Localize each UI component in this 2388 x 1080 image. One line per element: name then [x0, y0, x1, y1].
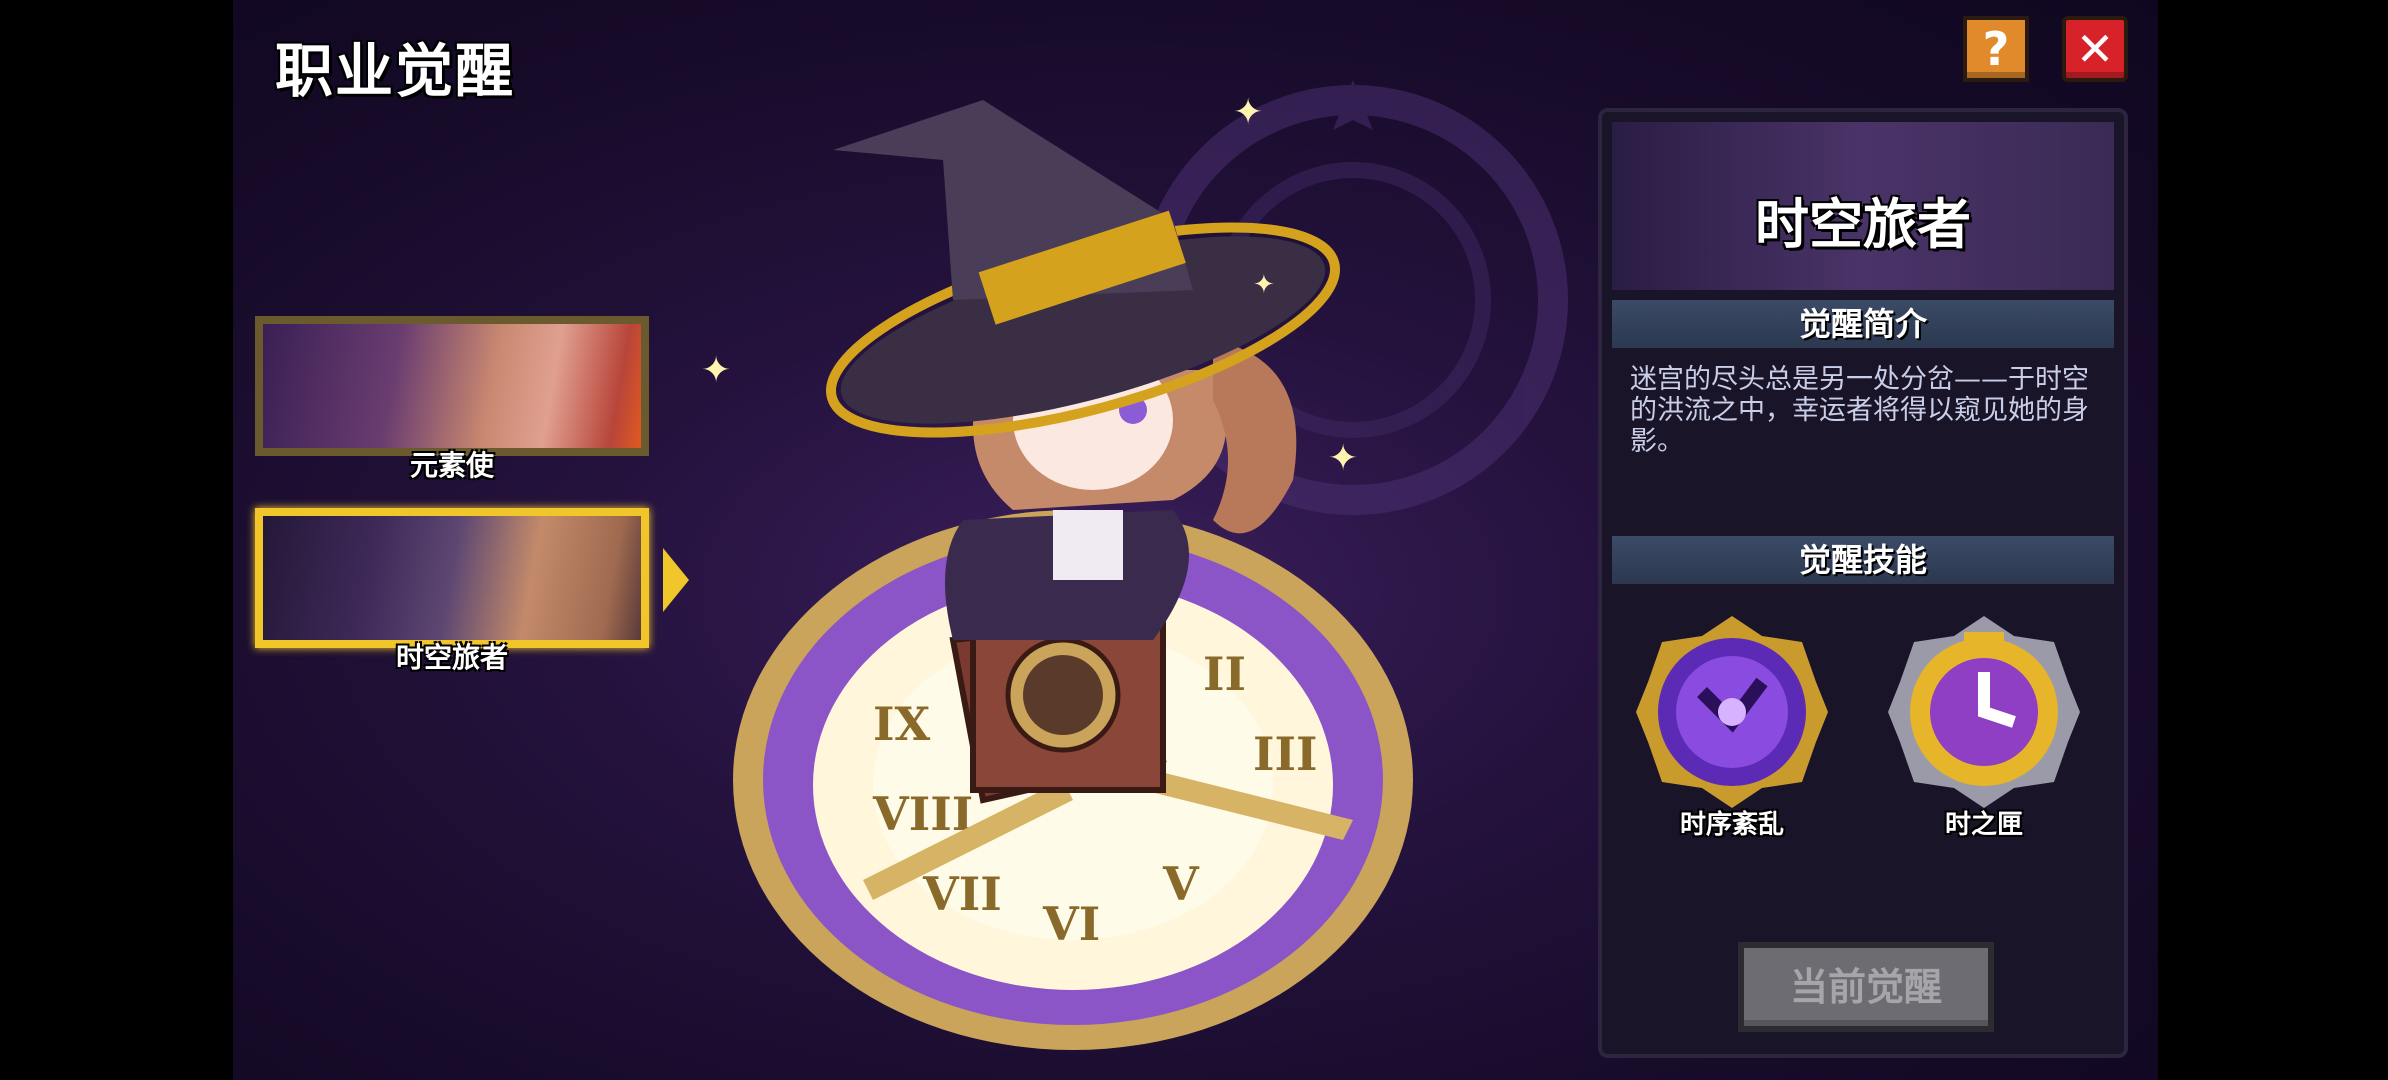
time-traveler-portrait [263, 516, 641, 640]
screen-title: 职业觉醒 [275, 37, 516, 105]
svg-text:VI: VI [1042, 897, 1100, 951]
svg-text:VII: VII [922, 867, 1002, 921]
close-button[interactable]: ✕ [2062, 16, 2128, 82]
sparkle-icon: ✦ [701, 350, 732, 391]
skill-time-box[interactable]: 时之匣 [1874, 612, 2094, 841]
svg-text:V: V [1162, 857, 1200, 911]
intro-text: 迷宫的尽头总是另一处分岔——于时空的洪流之中，幸运者将得以窥见她的身影。 [1630, 364, 2089, 457]
panel-header: 时空旅者 [1612, 122, 2114, 290]
skill-label: 时之匣 [1944, 810, 2023, 840]
intro-section-title: 觉醒简介 [1612, 300, 2114, 348]
class-card-time-traveler[interactable] [255, 508, 649, 648]
game-stage: 职业觉醒 ? ✕ 元素使 时空旅者 III II V VI VII VIII I… [233, 0, 2158, 1080]
sparkle-icon: ✦ [1253, 270, 1275, 300]
purple-clock-orb-icon [1636, 616, 1828, 808]
class-label-elementalist: 元素使 [409, 449, 494, 482]
svg-text:III: III [1253, 727, 1318, 781]
class-name: 时空旅者 [1755, 193, 1971, 256]
awakening-info-panel: 时空旅者 觉醒简介 迷宫的尽头总是另一处分岔——于时空的洪流之中，幸运者将得以窥… [1598, 108, 2128, 1058]
skills-section-title: 觉醒技能 [1612, 536, 2114, 584]
character-illustration: III II V VI VII VIII IX [733, 80, 1568, 1050]
svg-text:II: II [1203, 647, 1246, 701]
golden-clock-icon [1888, 616, 2080, 808]
elementalist-portrait [263, 324, 641, 448]
current-awakening-button[interactable]: 当前觉醒 [1738, 942, 1994, 1032]
sparkle-icon: ✦ [1233, 92, 1264, 133]
skill-time-disorder[interactable]: 时序紊乱 [1622, 612, 1842, 841]
class-label-time-traveler: 时空旅者 [395, 641, 508, 674]
help-button[interactable]: ? [1963, 16, 2029, 82]
sparkle-icon: ✦ [1328, 438, 1359, 479]
skill-label: 时序紊乱 [1679, 810, 1784, 840]
svg-text:IX: IX [873, 697, 931, 751]
class-card-elementalist[interactable] [255, 316, 649, 456]
